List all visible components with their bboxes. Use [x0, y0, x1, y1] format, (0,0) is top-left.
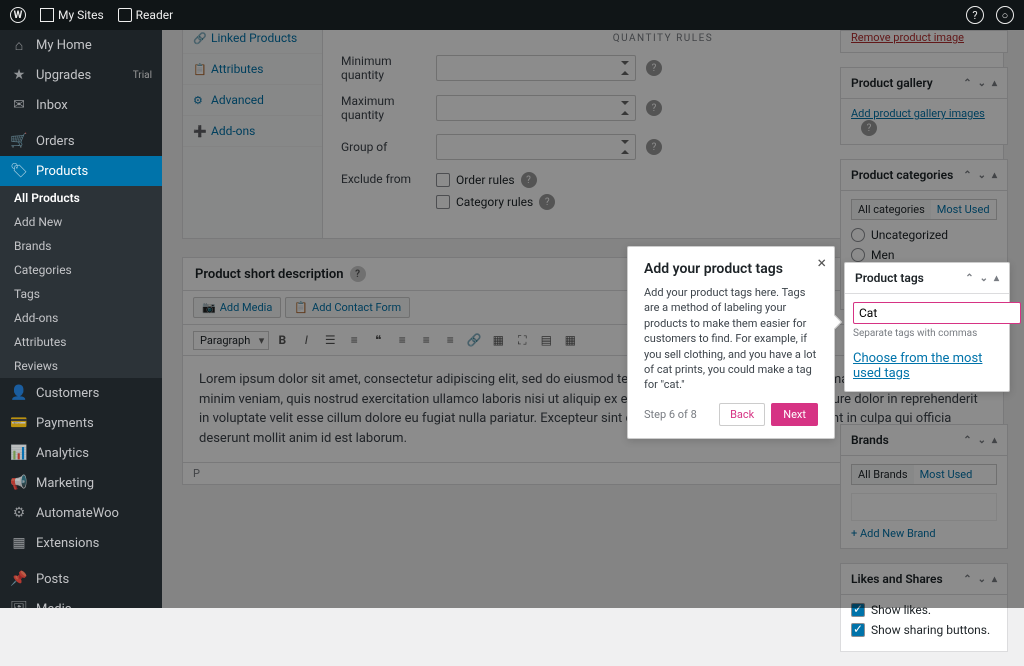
- chart-icon: 📊: [10, 444, 28, 462]
- sidebar-item-label: Payments: [36, 416, 94, 431]
- onboarding-popover: × Add your product tags Add your product…: [627, 246, 835, 439]
- sidebar-item-orders[interactable]: 🛒 Orders: [0, 126, 162, 156]
- sidebar-item-label: Orders: [36, 134, 75, 149]
- sidebar-item-analytics[interactable]: 📊 Analytics: [0, 438, 162, 468]
- sidebar-item-label: Marketing: [36, 476, 94, 491]
- chevron-down-icon[interactable]: ⌄: [980, 273, 988, 284]
- show-sharing-checkbox[interactable]: ✓Show sharing buttons.: [851, 623, 997, 637]
- user-avatar-icon[interactable]: ○: [996, 6, 1014, 24]
- wp-logo-icon[interactable]: W: [10, 7, 26, 23]
- sidebar-sub-brands[interactable]: Brands: [0, 234, 162, 258]
- sidebar-item-label: Products: [36, 164, 88, 179]
- ext-icon: ▦: [10, 534, 28, 552]
- product-tags-title: Product tags: [855, 271, 924, 285]
- reader-icon: [118, 8, 132, 22]
- sidebar-item-my-home[interactable]: ⌂ My Home: [0, 30, 162, 60]
- sidebar-item-marketing[interactable]: 📢 Marketing: [0, 468, 162, 498]
- sidebar-item-label: Media: [36, 602, 72, 609]
- sidebar-item-label: Upgrades: [36, 68, 91, 83]
- sidebar-sub-tags[interactable]: Tags: [0, 282, 162, 306]
- sidebar-item-upgrades[interactable]: ★ Upgrades Trial: [0, 60, 162, 90]
- trial-badge: Trial: [133, 70, 152, 81]
- sidebar-item-media[interactable]: 🖼 Media: [0, 594, 162, 608]
- pin-icon: 📌: [10, 570, 28, 588]
- sidebar-sub-attributes[interactable]: Attributes: [0, 330, 162, 354]
- product-tag-input[interactable]: [853, 302, 1021, 324]
- tag-separator-hint: Separate tags with commas: [845, 328, 1009, 345]
- sidebar-item-posts[interactable]: 📌 Posts: [0, 564, 162, 594]
- choose-most-used-tags-link[interactable]: Choose from the most used tags: [853, 351, 982, 381]
- sidebar-item-automatewoo[interactable]: ⚙ AutomateWoo: [0, 498, 162, 528]
- sites-icon: [40, 8, 54, 22]
- inbox-icon: ✉: [10, 96, 28, 114]
- media-icon: 🖼: [10, 600, 28, 608]
- sidebar-item-payments[interactable]: 💳 Payments: [0, 408, 162, 438]
- sidebar-sub-add-ons[interactable]: Add-ons: [0, 306, 162, 330]
- sidebar-item-label: Customers: [36, 386, 99, 401]
- close-icon[interactable]: ×: [817, 253, 826, 272]
- sidebar-item-label: Analytics: [36, 446, 89, 461]
- sidebar-item-label: AutomateWoo: [36, 506, 119, 521]
- cart-icon: 🛒: [10, 132, 28, 150]
- home-icon: ⌂: [10, 36, 28, 54]
- sidebar-sub-categories[interactable]: Categories: [0, 258, 162, 282]
- sidebar-item-label: Extensions: [36, 536, 99, 551]
- mega-icon: 📢: [10, 474, 28, 492]
- step-indicator: Step 6 of 8: [644, 408, 697, 421]
- product-tags-panel: Product tags⌃⌄▴ Add Separate tags with c…: [844, 262, 1010, 392]
- card-icon: 💳: [10, 414, 28, 432]
- reader-link[interactable]: Reader: [118, 8, 173, 22]
- toggle-icon[interactable]: ▴: [994, 273, 999, 284]
- popover-title: Add your product tags: [644, 261, 818, 277]
- sidebar-item-label: My Home: [36, 38, 92, 53]
- sidebar-item-label: Posts: [36, 572, 69, 587]
- chevron-up-icon[interactable]: ⌃: [965, 273, 973, 284]
- my-sites-link[interactable]: My Sites: [40, 8, 104, 22]
- sidebar-sub-add-new[interactable]: Add New: [0, 210, 162, 234]
- sidebar-item-inbox[interactable]: ✉ Inbox: [0, 90, 162, 120]
- back-button[interactable]: Back: [719, 403, 765, 426]
- help-icon[interactable]: ?: [966, 6, 984, 24]
- admin-sidebar: ⌂ My Home ★ Upgrades Trial ✉ Inbox 🛒 Orders 🏷 Prod…: [0, 30, 162, 608]
- sidebar-item-customers[interactable]: 👤 Customers: [0, 378, 162, 408]
- next-button[interactable]: Next: [771, 403, 818, 426]
- popover-body: Add your product tags here. Tags are a m…: [644, 285, 818, 393]
- sidebar-sub-reviews[interactable]: Reviews: [0, 354, 162, 378]
- sidebar-item-label: Inbox: [36, 98, 68, 113]
- sidebar-item-products[interactable]: 🏷 Products: [0, 156, 162, 186]
- tag-icon: 🏷: [10, 162, 28, 180]
- auto-icon: ⚙: [10, 504, 28, 522]
- sidebar-sub-all-products[interactable]: All Products: [0, 186, 162, 210]
- user-icon: 👤: [10, 384, 28, 402]
- admin-topbar: W My Sites Reader ? ○: [0, 0, 1024, 30]
- star-icon: ★: [10, 66, 28, 84]
- sidebar-item-extensions[interactable]: ▦ Extensions: [0, 528, 162, 558]
